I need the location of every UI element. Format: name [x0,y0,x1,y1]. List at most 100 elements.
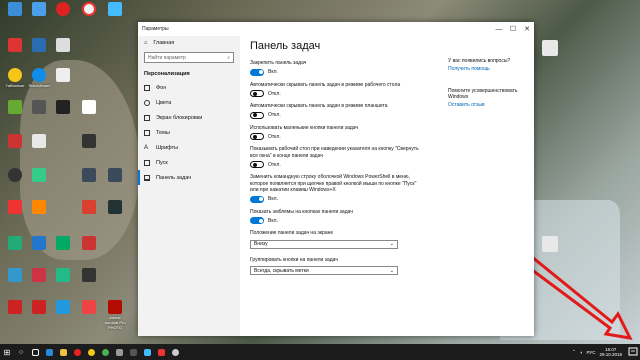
taskbar-app[interactable] [168,344,182,360]
settings-window: Параметры — ☐ ✕ ⌂ Главная Найти параметр… [138,22,534,336]
sidebar-home-label: Главная [153,40,175,46]
edge-icon [45,348,53,356]
taskbar-app[interactable] [98,344,112,360]
sidebar-item-fonts[interactable]: A Шрифты [138,140,240,155]
lock-taskbar-toggle[interactable] [250,68,264,76]
task-view-icon [31,348,39,356]
sidebar-item-lock-screen[interactable]: Экран блокировки [138,110,240,125]
explorer-icon [59,348,67,356]
autohide-desktop-toggle[interactable] [250,90,264,97]
sidebar-item-themes[interactable]: Темы [138,125,240,140]
close-button[interactable]: ✕ [520,25,534,33]
sidebar-item-background[interactable]: Фон [138,80,240,95]
picture-icon [144,84,150,91]
task-view-button[interactable] [28,344,42,360]
toggle-state: Откл. [268,161,281,168]
toggle-state: Откл. [268,133,281,140]
taskbar-app[interactable] [126,344,140,360]
search-icon: ○ [18,348,24,356]
sidebar-item-label: Шрифты [156,144,179,151]
autohide-tablet-toggle[interactable] [250,111,264,119]
app-icon [129,348,137,356]
clock-date: 29.10.2018 [599,352,622,357]
chrome-icon [101,348,109,356]
chevron-up-icon[interactable]: ⌃ [572,349,576,355]
sidebar-item-start[interactable]: Пуск [138,155,240,170]
combine-buttons-select[interactable]: Всегда, скрывать метки ⌄ [250,266,398,275]
sidebar-item-label: Цвета [156,99,172,106]
settings-gear-icon [171,348,179,356]
setting-label: Использовать маленькие кнопки панели зад… [250,124,359,131]
sidebar-item-label: Фон [156,84,167,91]
app-icon [115,348,123,356]
taskbar-app[interactable] [56,344,70,360]
search-button[interactable]: ○ [14,344,28,360]
taskbar-app[interactable] [140,344,154,360]
badges-toggle[interactable] [250,217,264,224]
help-heading: У вас появились вопросы? [448,58,511,64]
select-value: Всегда, скрывать метки [254,267,309,274]
sidebar-item-colors[interactable]: Цвета [138,95,240,110]
clock[interactable]: 16:07 29.10.2018 [599,347,622,357]
taskbar-app[interactable] [70,344,84,360]
title-bar: Параметры — ☐ ✕ [138,22,534,36]
chevron-down-icon: ⌄ [389,267,394,274]
chevron-down-icon: ⌄ [389,241,394,247]
taskbar-app[interactable] [154,344,168,360]
sidebar: ⌂ Главная Найти параметр ⌕ Персонализаци… [138,36,240,336]
setting-label: Автоматически скрывать панель задач в ре… [250,103,388,109]
toggle-state: Вкл. [268,69,278,75]
setting-label: Автоматически скрывать панель задач в ре… [250,81,401,88]
minimize-button[interactable]: — [492,26,506,33]
setting-label: Закрепить панель задач [250,60,307,66]
toggle-state: Вкл. [268,196,278,202]
palette-icon [144,99,150,106]
start-icon [144,159,150,166]
page-title: Панель задач [250,40,321,52]
feedback-link[interactable]: Оставить отзыв [448,102,528,108]
sidebar-home[interactable]: ⌂ Главная [138,36,240,50]
get-help-link[interactable]: Получить помощь [448,66,528,72]
sidebar-item-taskbar[interactable]: Панель задач [138,170,240,185]
window-title: Параметры [142,26,169,32]
taskbar-position-select[interactable]: Внизу ⌄ [250,239,398,249]
search-icon: ⌕ [227,54,230,61]
select-value: Внизу [254,241,268,247]
app-icon [157,348,165,356]
home-icon: ⌂ [144,40,148,46]
powershell-toggle[interactable] [250,195,264,203]
taskbar-icon [144,174,150,181]
taskbar-app[interactable] [42,344,56,360]
volume-icon[interactable]: ◖ [580,350,583,355]
setting-label: Заменить командную строку оболочкой Wind… [250,174,417,193]
main-content: Панель задач Закрепить панель задач Вкл.… [250,40,420,283]
peek-toggle[interactable] [250,161,264,168]
small-buttons-toggle[interactable] [250,133,264,140]
system-tray: ⌃ ◖ РУС 16:07 29.10.2018 [572,344,622,360]
search-placeholder: Найти параметр [148,54,186,61]
search-input[interactable]: Найти параметр ⌕ [144,52,234,63]
taskbar: ⊞ ○ ⌃ ◖ РУС 16:07 29.10.2018 [0,344,640,360]
setting-label: Показывать рабочий стол при наведении ук… [250,146,419,159]
setting-label: Группировать кнопки на панели задач [250,256,338,263]
toggle-state: Откл. [268,90,281,97]
start-button[interactable]: ⊞ [0,344,14,360]
notification-icon[interactable] [628,347,638,357]
toggle-state: Вкл. [268,217,278,224]
language-indicator[interactable]: РУС [586,350,595,355]
taskbar-app[interactable] [84,344,98,360]
related-panel: У вас появились вопросы? Получить помощь… [448,58,528,124]
windows-icon: ⊞ [3,347,11,357]
sidebar-item-label: Панель задач [156,174,192,181]
feedback-heading: Помогите усовершенствовать Windows [448,87,518,101]
opera-icon [73,348,81,356]
taskbar-app[interactable] [112,344,126,360]
sidebar-category: Персонализация [144,71,190,77]
yandex-icon [87,348,95,356]
sidebar-item-label: Экран блокировки [156,114,203,121]
brush-icon [144,129,150,136]
toggle-state: Откл. [268,112,281,118]
monitor-icon [144,114,150,121]
sidebar-item-label: Темы [156,129,170,136]
maximize-button[interactable]: ☐ [506,25,520,33]
